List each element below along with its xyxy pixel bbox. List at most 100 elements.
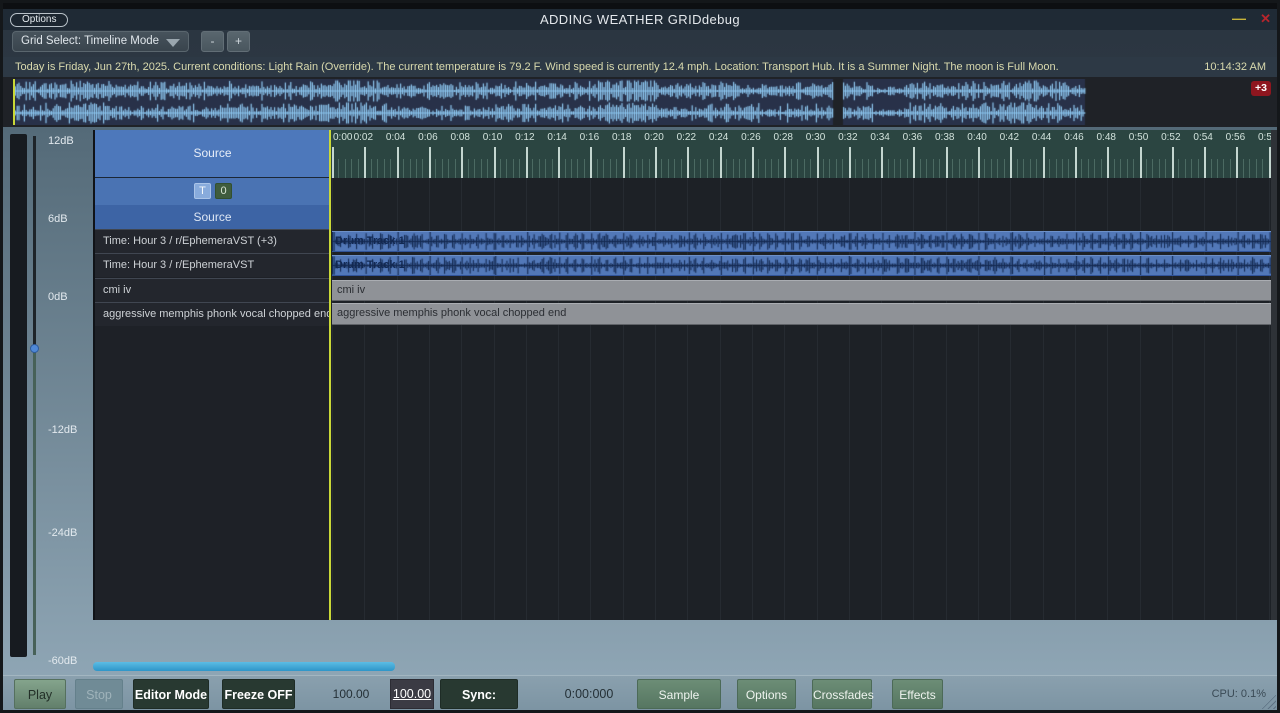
track-header-row[interactable]: aggressive memphis phonk vocal chopped e… (95, 302, 330, 326)
timeline-tick-major (1010, 147, 1012, 178)
timeline-tick-minor (674, 159, 675, 178)
bpm-input[interactable]: 100.00 (390, 679, 434, 709)
timeline-tick-label: 0:00 (333, 132, 352, 143)
track-header-row[interactable]: cmi iv (95, 278, 330, 302)
timeline-tick-minor (448, 159, 449, 178)
timeline-tick-minor (584, 159, 585, 178)
timeline-tick-minor (952, 159, 953, 178)
playhead[interactable] (329, 130, 331, 620)
track-header-row[interactable]: Time: Hour 3 / r/EphemeraVST (+3) (95, 229, 330, 253)
options-button-top[interactable]: Options (10, 13, 68, 27)
timeline-tick-major (526, 147, 528, 178)
timeline-tick-major (946, 147, 948, 178)
timeline-tick-minor (959, 159, 960, 178)
freeze-button[interactable]: Freeze OFF (222, 679, 295, 709)
timeline-tick-minor (778, 159, 779, 178)
timeline-tick-minor (616, 159, 617, 178)
timeline-tick-minor (1159, 159, 1160, 178)
timeline-tick-minor (338, 159, 339, 178)
waveform-overview-strip[interactable]: +3 (0, 77, 1280, 127)
stop-button[interactable]: Stop (75, 679, 123, 709)
vertical-scrollbar-track[interactable] (1271, 130, 1277, 620)
arrangement-lanes[interactable]: Drum Track 1 Drum Track 1 cmi iv aggressive… (330, 178, 1271, 620)
transpose-row: T 0 (95, 178, 330, 205)
timeline-tick-minor (894, 159, 895, 178)
options-button-bottom[interactable]: Options (737, 679, 796, 709)
timeline-tick-minor (920, 159, 921, 178)
volume-fader-handle[interactable] (30, 344, 39, 353)
timeline-tick-minor (1088, 159, 1089, 178)
crossfades-button[interactable]: Crossfades (812, 679, 872, 709)
sample-browser-button[interactable]: Sample Browser (637, 679, 721, 709)
timeline-ruler[interactable]: 0:000:020:040:060:080:100:120:140:160:18… (330, 130, 1271, 178)
timeline-tick-label: 0:06 (418, 132, 437, 143)
timeline-tick-minor (506, 159, 507, 178)
timeline-tick-minor (926, 159, 927, 178)
close-icon[interactable]: ✕ (1260, 9, 1271, 29)
timeline-tick-label: 0:56 (1226, 132, 1245, 143)
horizontal-scrollbar[interactable] (93, 662, 395, 671)
timeline-tick-minor (745, 159, 746, 178)
timeline-tick-major (784, 147, 786, 178)
zoom-out-button[interactable]: - (201, 31, 224, 52)
track-header-row[interactable]: Time: Hour 3 / r/EphemeraVST (95, 253, 330, 277)
timeline-tick-minor (636, 159, 637, 178)
timeline-tick-major (590, 147, 592, 178)
audio-clip[interactable]: Drum Track 1 (332, 231, 1271, 252)
zoom-in-button[interactable]: + (227, 31, 250, 52)
timeline-tick-minor (552, 159, 553, 178)
sync-button[interactable]: Sync: Internal (440, 679, 518, 709)
clip-label: cmi iv (337, 284, 365, 296)
timeline-tick-minor (797, 159, 798, 178)
source-selector-bottom[interactable]: Source (95, 205, 330, 229)
minimize-icon[interactable]: — (1232, 9, 1246, 28)
timeline-tick-minor (500, 159, 501, 178)
play-button[interactable]: Play (14, 679, 66, 709)
grid-select-dropdown[interactable]: Grid Select: Timeline Mode (12, 31, 189, 52)
timeline-tick-minor (468, 159, 469, 178)
timeline-tick-minor (1262, 159, 1263, 178)
overview-waveform[interactable] (13, 79, 1271, 125)
clock-display: 10:14:32 AM (1204, 57, 1266, 77)
volume-fader-track[interactable] (33, 136, 36, 348)
db-scale-label: 0dB (48, 291, 68, 303)
editor-mode-button[interactable]: Editor Mode (133, 679, 209, 709)
audio-clip[interactable]: Drum Track 1 (332, 255, 1271, 276)
timeline-tick-label: 0:32 (838, 132, 857, 143)
db-scale-label: -60dB (48, 655, 77, 667)
db-scale-label: -12dB (48, 424, 77, 436)
volume-fader-fill[interactable] (33, 348, 36, 655)
transpose-toggle-button[interactable]: T (194, 183, 211, 199)
timeline-tick-minor (939, 159, 940, 178)
cpu-usage-label: CPU: 0.1% (1212, 679, 1266, 709)
timeline-tick-minor (842, 159, 843, 178)
audio-clip[interactable]: aggressive memphis phonk vocal chopped e… (332, 303, 1271, 325)
audio-clip[interactable]: cmi iv (332, 280, 1271, 301)
timeline-tick-label: 0:16 (580, 132, 599, 143)
timeline-tick-minor (758, 159, 759, 178)
timeline-tick-minor (435, 159, 436, 178)
timeline-tick-major (817, 147, 819, 178)
timeline-tick-minor (1198, 159, 1199, 178)
timeline-tick-label: 0:14 (547, 132, 566, 143)
transpose-value-button[interactable]: 0 (215, 183, 232, 199)
timeline-tick-major (752, 147, 754, 178)
db-scale-label: -24dB (48, 527, 77, 539)
clip-label: Drum Track 1 (335, 259, 405, 271)
timeline-tick-minor (1094, 159, 1095, 178)
timeline-tick-minor (791, 159, 792, 178)
effects-button[interactable]: Effects (892, 679, 943, 709)
timeline-tick-minor (390, 159, 391, 178)
timeline-tick-minor (972, 159, 973, 178)
source-selector-top[interactable]: Source (95, 130, 330, 177)
status-bar: Today is Friday, Jun 27th, 2025. Current… (0, 57, 1280, 77)
timeline-tick-label: 0:18 (612, 132, 631, 143)
timeline-tick-minor (442, 159, 443, 178)
timeline-tick-major (1236, 147, 1238, 178)
timeline-tick-label: 0:02 (354, 132, 373, 143)
timeline-tick-minor (474, 159, 475, 178)
timeline-tick-minor (997, 159, 998, 178)
timeline-tick-minor (455, 159, 456, 178)
timeline-tick-minor (1178, 159, 1179, 178)
timeline-tick-minor (649, 159, 650, 178)
